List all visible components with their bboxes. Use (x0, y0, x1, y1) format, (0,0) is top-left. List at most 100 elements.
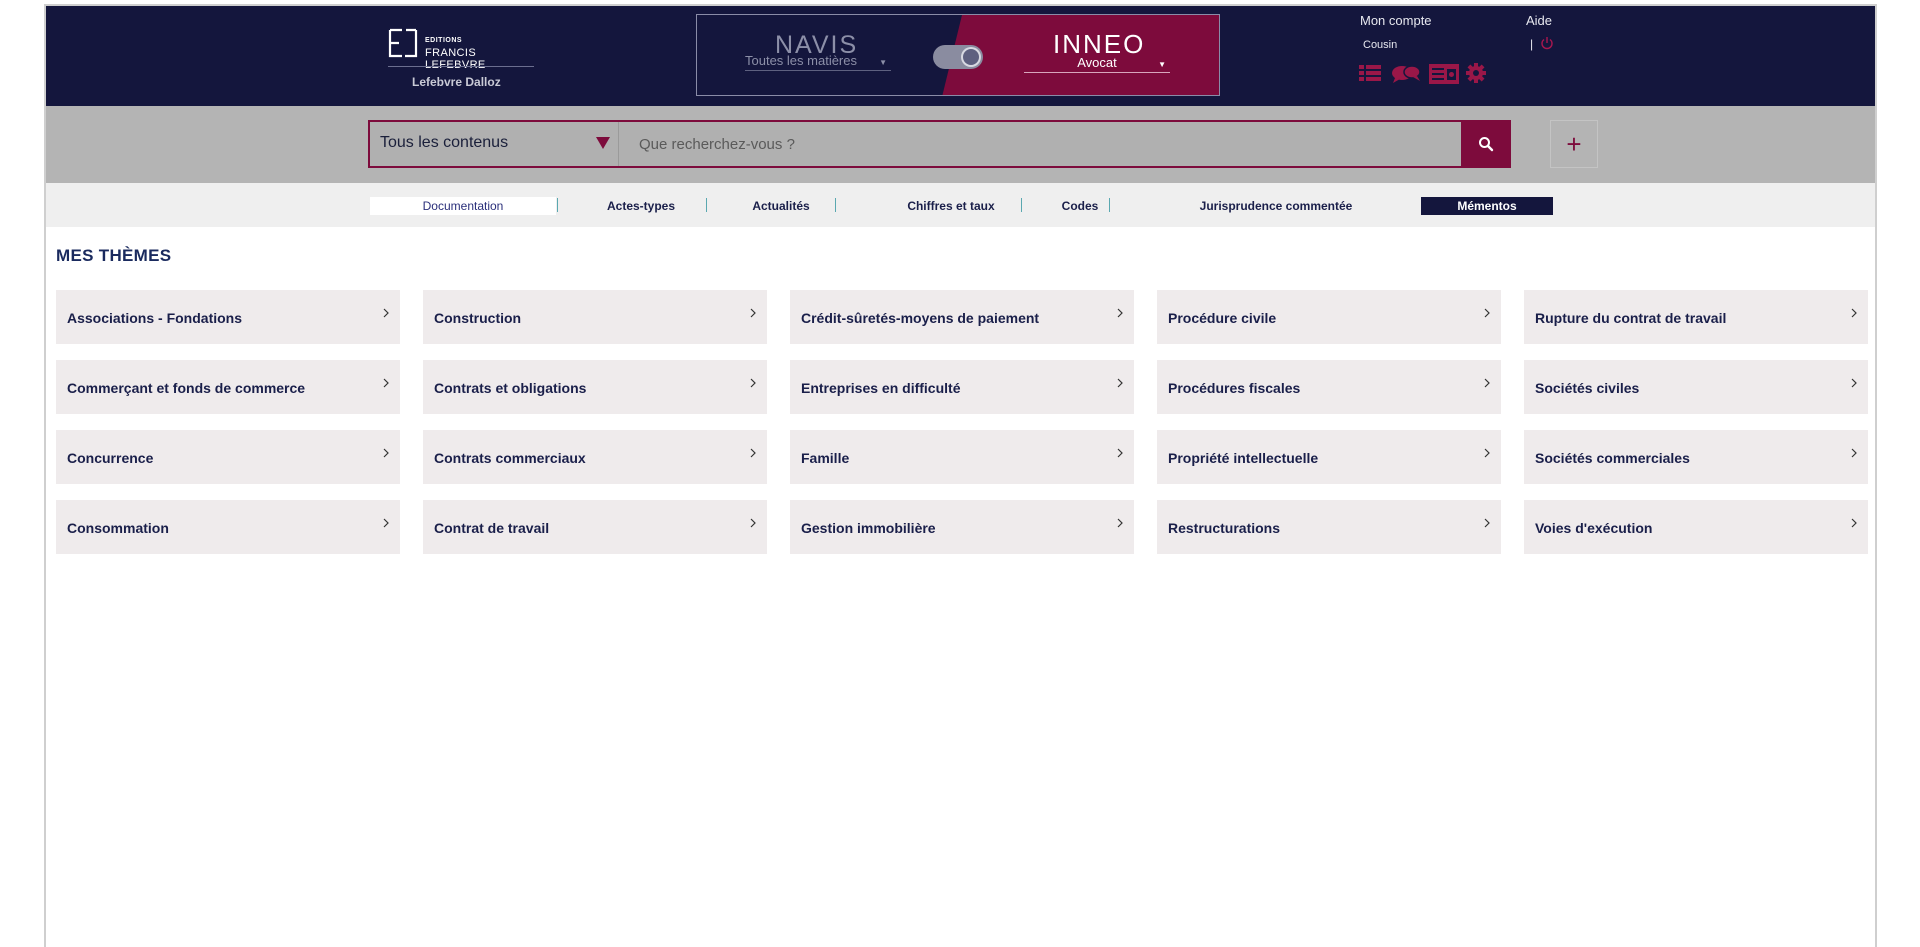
chevron-right-icon (1851, 378, 1857, 388)
search-icon (1479, 137, 1494, 152)
theme-card[interactable]: Procédure civile (1157, 290, 1501, 344)
search-input[interactable] (619, 122, 1461, 166)
content-tabs: Documentation Actes-types Actualités Chi… (46, 183, 1875, 227)
brand-group: Lefebvre Dalloz (412, 75, 501, 89)
theme-label: Famille (801, 450, 850, 466)
tab-mementos[interactable]: Mémentos (1421, 197, 1553, 215)
brand-divider (388, 66, 534, 67)
product-toggle[interactable] (933, 45, 983, 69)
chevron-right-icon (383, 518, 389, 528)
theme-card[interactable]: Famille (790, 430, 1134, 484)
theme-card[interactable]: Concurrence (56, 430, 400, 484)
tab-separator (557, 198, 558, 212)
theme-label: Gestion immobilière (801, 520, 936, 536)
theme-card[interactable]: Contrat de travail (423, 500, 767, 554)
chevron-right-icon (1117, 378, 1123, 388)
chevron-right-icon (1117, 518, 1123, 528)
product-switcher: NAVIS Toutes les matières ▼ INNEO Avocat… (696, 14, 1220, 96)
chevron-right-icon (750, 518, 756, 528)
theme-card[interactable]: Restructurations (1157, 500, 1501, 554)
theme-card[interactable]: Construction (423, 290, 767, 344)
account-separator: | (1530, 37, 1534, 51)
list-icon[interactable] (1359, 64, 1381, 87)
theme-card[interactable]: Contrats commerciaux (423, 430, 767, 484)
chevron-right-icon (1117, 448, 1123, 458)
theme-label: Construction (434, 310, 522, 326)
advanced-search-button[interactable]: + (1550, 120, 1598, 168)
theme-label: Sociétés civiles (1535, 380, 1640, 396)
theme-card[interactable]: Commerçant et fonds de commerce (56, 360, 400, 414)
user-name: Cousin (1363, 39, 1398, 51)
gear-icon[interactable] (1466, 63, 1486, 88)
tab-separator (1021, 198, 1022, 212)
brand-mark-icon (388, 28, 418, 58)
chevron-right-icon (750, 308, 756, 318)
tab-codes[interactable]: Codes (1040, 197, 1120, 215)
theme-card[interactable]: Contrats et obligations (423, 360, 767, 414)
chevron-right-icon (750, 448, 756, 458)
chevron-right-icon (1851, 448, 1857, 458)
theme-label: Procédures fiscales (1168, 380, 1301, 396)
chevron-right-icon (1484, 518, 1490, 528)
theme-label: Procédure civile (1168, 310, 1277, 326)
brand-name: FRANCIS LEFEBVRE (425, 47, 486, 71)
theme-card[interactable]: Voies d'exécution (1524, 500, 1868, 554)
inneo-profile-value: Avocat (1077, 55, 1117, 70)
tab-documentation[interactable]: Documentation (370, 197, 556, 215)
chevron-right-icon (1851, 308, 1857, 318)
chevron-right-icon (383, 448, 389, 458)
caret-down-icon (596, 137, 610, 149)
theme-label: Entreprises en difficulté (801, 380, 961, 396)
theme-card[interactable]: Gestion immobilière (790, 500, 1134, 554)
chevron-right-icon (1117, 308, 1123, 318)
theme-label: Contrats et obligations (434, 380, 587, 396)
chevron-right-icon (1484, 448, 1490, 458)
chevron-right-icon (1851, 518, 1857, 528)
help-link[interactable]: Aide (1526, 13, 1552, 28)
tab-actualites[interactable]: Actualités (726, 197, 836, 215)
theme-card[interactable]: Sociétés commerciales (1524, 430, 1868, 484)
caret-down-icon: ▼ (1158, 60, 1166, 69)
section-title-themes: MES THÈMES (56, 246, 172, 265)
brand-editions: EDITIONS (425, 37, 463, 44)
theme-card[interactable]: Consommation (56, 500, 400, 554)
theme-card[interactable]: Entreprises en difficulté (790, 360, 1134, 414)
chat-bubbles-icon[interactable] (1391, 64, 1421, 89)
theme-label: Rupture du contrat de travail (1535, 310, 1727, 326)
theme-card[interactable]: Crédit-sûretés-moyens de paiement (790, 290, 1134, 344)
search-box: Tous les contenus (368, 120, 1511, 168)
theme-card[interactable]: Procédures fiscales (1157, 360, 1501, 414)
search-band: Tous les contenus + (46, 106, 1875, 183)
content-scope-value: Tous les contenus (380, 134, 509, 151)
theme-label: Consommation (67, 520, 169, 536)
theme-label: Concurrence (67, 450, 154, 466)
theme-label: Crédit-sûretés-moyens de paiement (801, 310, 1040, 326)
search-button[interactable] (1461, 120, 1511, 168)
theme-card[interactable]: Propriété intellectuelle (1157, 430, 1501, 484)
brand-logo[interactable]: EDITIONS FRANCIS LEFEBVRE Lefebvre Dallo… (388, 28, 538, 96)
navis-subject-select[interactable]: Toutes les matières ▼ (745, 53, 891, 71)
theme-label: Commerçant et fonds de commerce (67, 380, 306, 396)
chevron-right-icon (383, 378, 389, 388)
tab-actes-types[interactable]: Actes-types (586, 197, 696, 215)
power-icon[interactable] (1540, 36, 1554, 50)
tab-chiffres-et-taux[interactable]: Chiffres et taux (866, 197, 1036, 215)
content-scope-select[interactable]: Tous les contenus (370, 122, 619, 166)
chevron-right-icon (1484, 378, 1490, 388)
tab-separator (1109, 198, 1110, 212)
tab-jurisprudence-commentee[interactable]: Jurisprudence commentée (1166, 197, 1386, 215)
my-account-link[interactable]: Mon compte (1360, 13, 1432, 28)
chevron-right-icon (383, 308, 389, 318)
theme-label: Restructurations (1168, 520, 1281, 536)
tab-separator (835, 198, 836, 212)
navis-subject-value: Toutes les matières (745, 53, 857, 68)
theme-card[interactable]: Associations - Fondations (56, 290, 400, 344)
theme-label: Propriété intellectuelle (1168, 450, 1319, 466)
theme-card[interactable]: Rupture du contrat de travail (1524, 290, 1868, 344)
chevron-right-icon (750, 378, 756, 388)
tab-separator (706, 198, 707, 212)
inneo-profile-select[interactable]: Avocat ▼ (1024, 55, 1170, 73)
theme-label: Contrats commerciaux (434, 450, 586, 466)
news-icon[interactable] (1429, 64, 1459, 89)
theme-card[interactable]: Sociétés civiles (1524, 360, 1868, 414)
